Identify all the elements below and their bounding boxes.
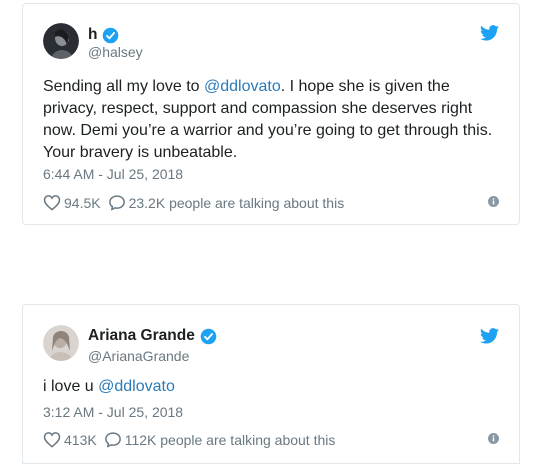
reply-icon[interactable]: [104, 431, 122, 448]
display-name[interactable]: Ariana Grande: [88, 327, 195, 345]
reply-icon[interactable]: [108, 194, 126, 211]
tweet-text-part: Sending all my love to: [43, 78, 204, 95]
avatar[interactable]: [43, 23, 79, 59]
handle[interactable]: @halsey: [88, 44, 143, 60]
tweet-actions: 94.5K 23.2K people are talking about thi…: [43, 194, 344, 211]
handle[interactable]: @ArianaGrande: [88, 348, 189, 364]
info-icon[interactable]: [488, 196, 499, 207]
tweet-actions: 413K 112K people are talking about this: [43, 431, 335, 448]
mention-link[interactable]: @ddlovato: [98, 378, 175, 395]
author-row: Ariana Grande: [88, 327, 217, 345]
tweet-text: i love u @ddlovato: [43, 376, 501, 398]
like-count[interactable]: 94.5K: [64, 195, 101, 211]
tweet-card-halsey: h @halsey Sending all my love to @ddlova…: [22, 3, 520, 225]
info-icon[interactable]: [488, 433, 499, 444]
tweet-text-part: i love u: [43, 378, 99, 395]
timestamp-link[interactable]: 6:44 AM - Jul 25, 2018: [43, 166, 183, 182]
tweet-card-arianagrande: Ariana Grande @ArianaGrande i love u @dd…: [22, 304, 520, 464]
mention-link[interactable]: @ddlovato: [204, 78, 281, 95]
heart-icon[interactable]: [43, 431, 61, 448]
talking-count[interactable]: 112K people are talking about this: [125, 432, 336, 448]
avatar[interactable]: [43, 325, 79, 361]
timestamp-link[interactable]: 3:12 AM - Jul 25, 2018: [43, 404, 183, 420]
twitter-bird-icon[interactable]: [480, 25, 499, 41]
tweet-text: Sending all my love to @ddlovato. I hope…: [43, 76, 501, 164]
author-row: h: [88, 26, 119, 44]
heart-icon[interactable]: [43, 194, 61, 211]
talking-count[interactable]: 23.2K people are talking about this: [129, 195, 345, 211]
verified-badge-icon: [200, 328, 217, 344]
display-name[interactable]: h: [88, 26, 97, 44]
verified-badge-icon: [103, 27, 119, 43]
twitter-bird-icon[interactable]: [480, 328, 499, 344]
like-count[interactable]: 413K: [64, 432, 97, 448]
